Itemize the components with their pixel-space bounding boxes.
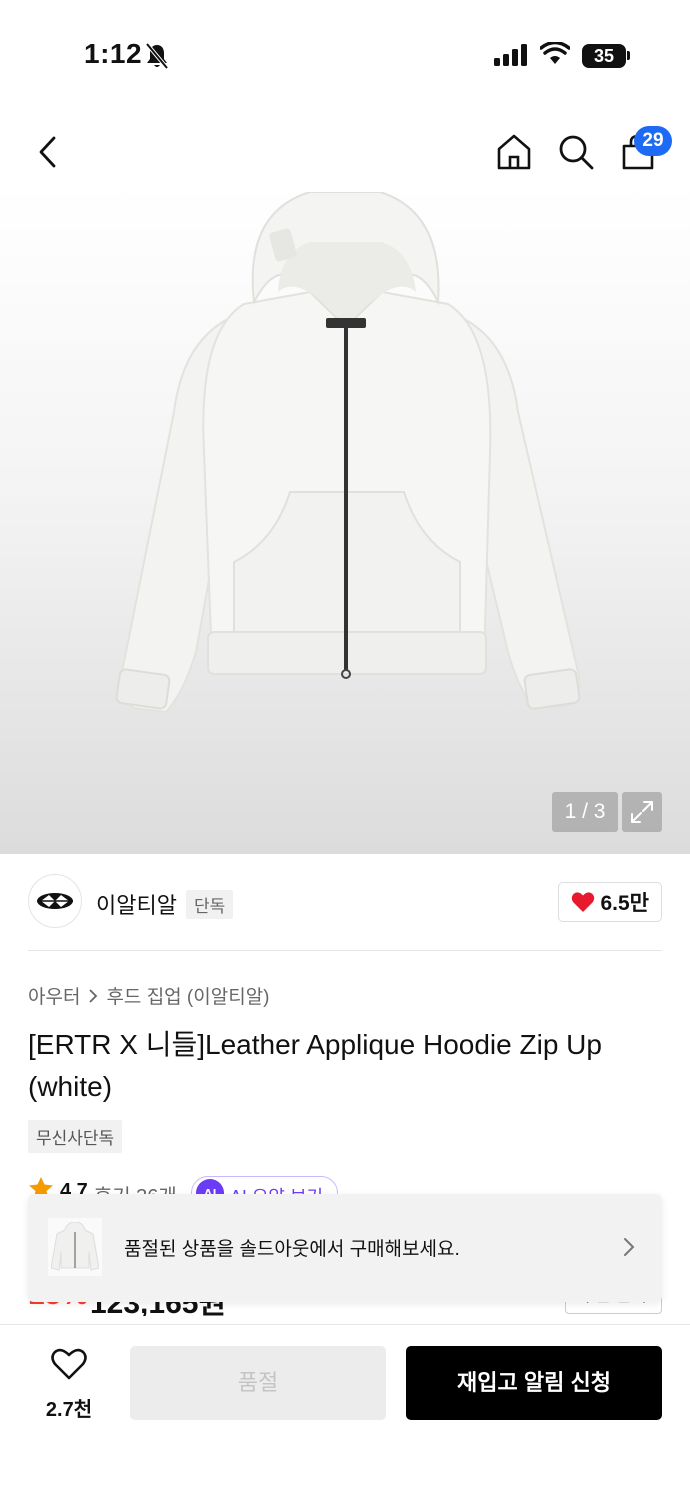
home-icon (497, 134, 531, 170)
cart-count-badge: 29 (634, 126, 672, 156)
brand-row: 이알티알 단독 6.5만 (28, 874, 662, 930)
brand-like-button[interactable]: 6.5만 (558, 882, 662, 922)
signal-icon (494, 44, 527, 66)
toast-thumbnail (48, 1218, 102, 1276)
wishlist-count: 2.7천 (45, 1399, 93, 1421)
bottom-bar-divider (0, 1324, 690, 1325)
product-image (115, 192, 581, 712)
soldout-button: 품절 (130, 1346, 386, 1420)
star-icon (29, 1177, 53, 1196)
toast-message: 품절된 상품을 솔드아웃에서 구매해보세요. (124, 1239, 460, 1260)
brand-like-count: 6.5만 (600, 892, 649, 915)
store-exclusive-tag: 무신사단독 (28, 1120, 123, 1153)
search-icon (559, 135, 594, 170)
battery-indicator: 35 (582, 44, 626, 68)
wifi-icon (540, 42, 570, 64)
wishlist-button[interactable]: 2.7천 (34, 1348, 104, 1422)
back-button[interactable] (26, 130, 70, 174)
status-time: 1:12 (84, 38, 143, 69)
search-button[interactable] (554, 130, 598, 174)
home-button[interactable] (492, 130, 536, 174)
expand-icon (631, 801, 653, 823)
brand-logo[interactable] (28, 874, 82, 928)
rating-row[interactable]: 4.7 후기 36개 AI AI 요약 보기 (28, 1176, 339, 1196)
status-bar: 1:12 35 (0, 0, 690, 110)
chevron-right-icon (89, 988, 98, 1003)
restock-alert-button[interactable]: 재입고 알림 신청 (406, 1346, 662, 1420)
breadcrumb: 아우터 후드 집업 (이알티알) (28, 982, 270, 1009)
exclusive-tag: 단독 (186, 890, 234, 919)
brand-logo-icon (37, 893, 73, 909)
battery-nub (627, 51, 630, 60)
heart-outline-icon (51, 1348, 87, 1380)
breadcrumb-category[interactable]: 아우터 (28, 982, 80, 1009)
heart-filled-icon (572, 892, 595, 912)
divider (28, 950, 662, 951)
product-title: [ERTR X 니들]Leather Applique Hoodie Zip U… (28, 1029, 602, 1102)
top-nav (0, 120, 690, 184)
hoodie-thumbnail (51, 1222, 99, 1271)
brand-name[interactable]: 이알티알 (96, 888, 177, 920)
image-counter: 1 / 3 (552, 792, 618, 832)
breadcrumb-subcategory[interactable]: 후드 집업 (이알티알) (106, 982, 269, 1009)
fullscreen-button[interactable] (622, 792, 662, 832)
chevron-left-icon (39, 136, 56, 168)
bell-muted-icon (145, 42, 169, 70)
ai-summary-button[interactable]: AI AI 요약 보기 (190, 1176, 339, 1196)
chevron-right-icon (624, 1238, 635, 1256)
soldout-toast[interactable]: 품절된 상품을 솔드아웃에서 구매해보세요. (28, 1194, 662, 1302)
product-image-gallery[interactable]: 1 / 3 (0, 184, 690, 854)
